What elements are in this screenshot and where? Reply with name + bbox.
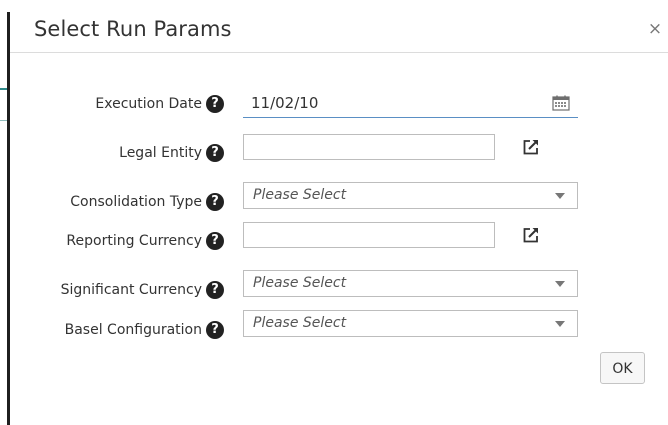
execution-date-label-group: Execution Date ? xyxy=(95,91,224,117)
reporting-currency-label: Reporting Currency xyxy=(66,233,202,249)
significant-currency-label: Significant Currency xyxy=(60,282,202,298)
significant-currency-placeholder: Please Select xyxy=(253,275,347,291)
launch-icon[interactable] xyxy=(522,226,540,244)
reporting-currency-label-group: Reporting Currency ? xyxy=(66,228,224,254)
basel-configuration-label: Basel Configuration xyxy=(64,322,202,338)
legal-entity-input[interactable] xyxy=(243,134,495,160)
consolidation-type-placeholder: Please Select xyxy=(253,187,347,203)
chevron-down-icon xyxy=(555,281,565,287)
help-icon[interactable]: ? xyxy=(206,321,224,339)
consolidation-type-label-group: Consolidation Type ? xyxy=(70,189,224,215)
significant-currency-label-group: Significant Currency ? xyxy=(61,277,224,303)
legal-entity-label: Legal Entity xyxy=(119,145,202,161)
launch-icon[interactable] xyxy=(522,138,540,156)
legal-entity-label-group: Legal Entity ? xyxy=(119,140,224,166)
consolidation-type-label: Consolidation Type xyxy=(70,194,202,210)
execution-date-field[interactable]: 11/02/10 xyxy=(243,91,578,118)
basel-configuration-select[interactable]: Please Select xyxy=(243,310,578,337)
dialog-title: Select Run Params xyxy=(34,17,232,41)
select-run-params-dialog: Select Run Params × Execution Date ? 11/… xyxy=(10,12,668,425)
basel-configuration-label-group: Basel Configuration ? xyxy=(65,317,224,343)
ok-button[interactable]: OK xyxy=(600,352,645,384)
dialog-header: Select Run Params × xyxy=(10,12,668,53)
close-button[interactable]: × xyxy=(646,18,664,40)
calendar-icon[interactable] xyxy=(552,95,570,111)
basel-configuration-placeholder: Please Select xyxy=(253,315,347,331)
help-icon[interactable]: ? xyxy=(206,144,224,162)
help-icon[interactable]: ? xyxy=(206,95,224,113)
chevron-down-icon xyxy=(555,321,565,327)
help-icon[interactable]: ? xyxy=(206,232,224,250)
help-icon[interactable]: ? xyxy=(206,193,224,211)
page: Select Run Params × Execution Date ? 11/… xyxy=(0,0,668,425)
edge-accent-light xyxy=(0,120,7,121)
execution-date-label: Execution Date xyxy=(95,96,202,112)
significant-currency-select[interactable]: Please Select xyxy=(243,270,578,297)
execution-date-value[interactable]: 11/02/10 xyxy=(251,94,318,112)
consolidation-type-select[interactable]: Please Select xyxy=(243,182,578,209)
edge-accent xyxy=(0,88,7,90)
chevron-down-icon xyxy=(555,193,565,199)
background-window-edge xyxy=(0,0,10,425)
reporting-currency-input[interactable] xyxy=(243,222,495,248)
help-icon[interactable]: ? xyxy=(206,281,224,299)
